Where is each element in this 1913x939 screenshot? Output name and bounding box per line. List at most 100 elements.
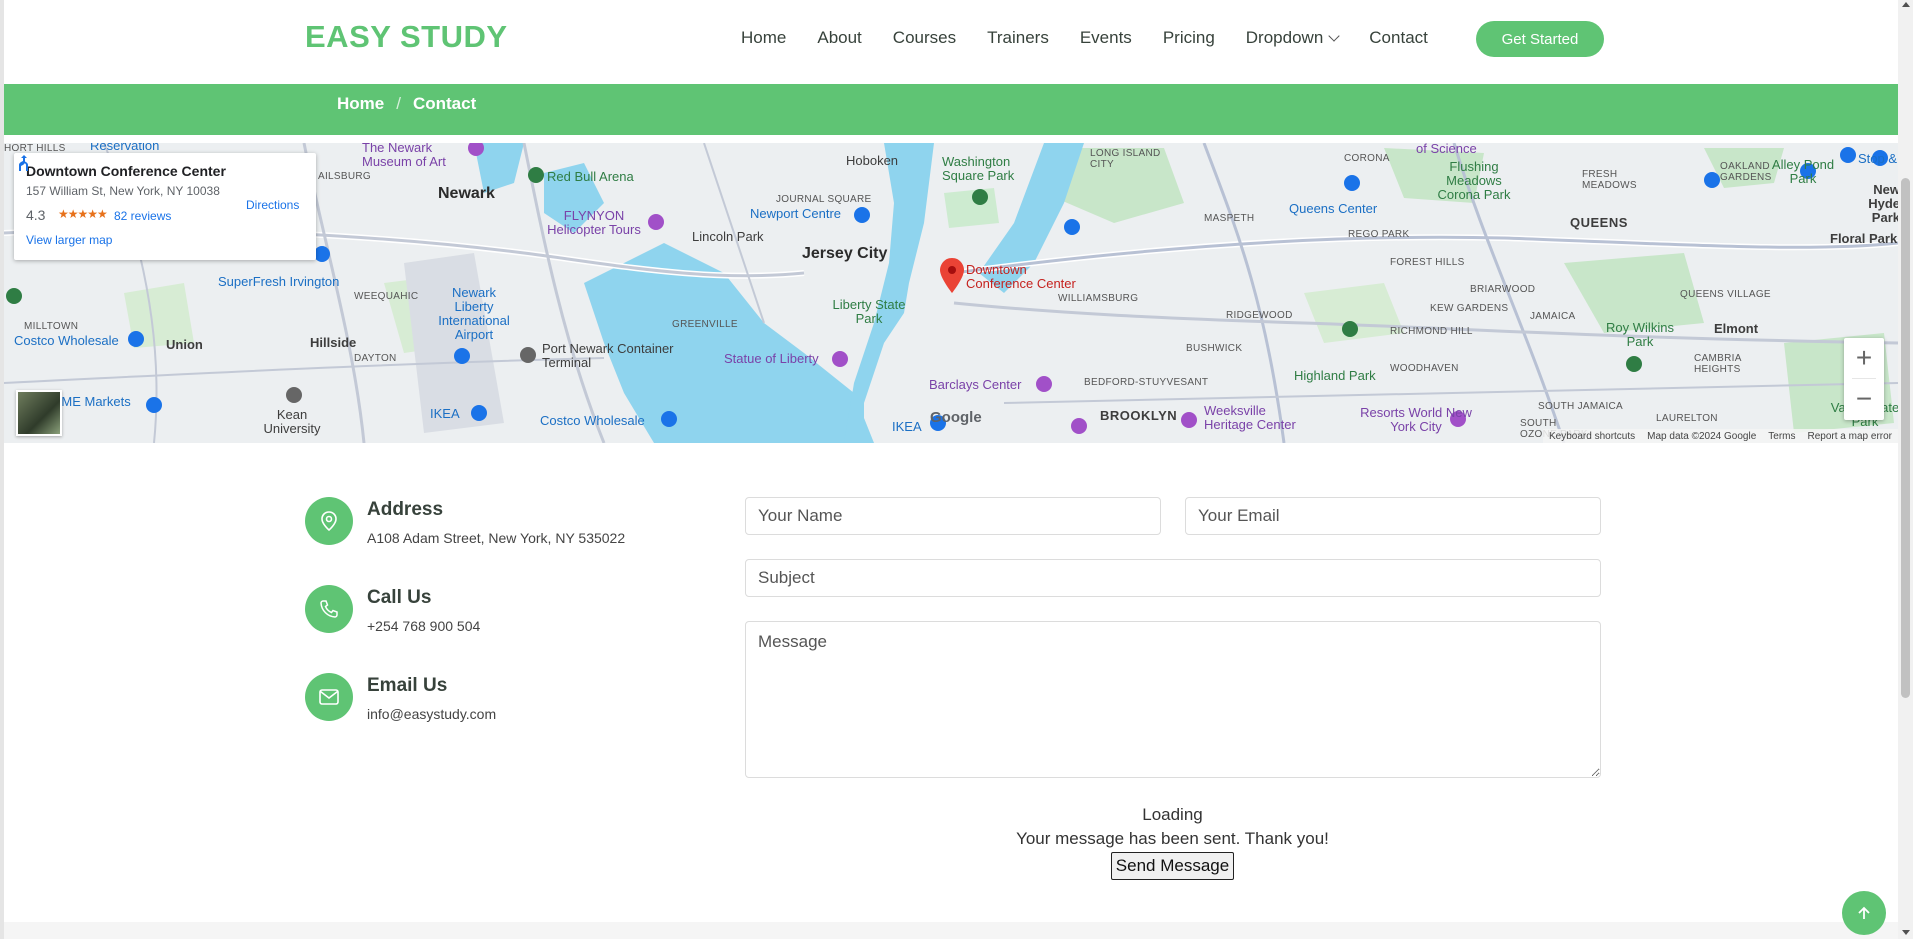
arrow-up-icon [1858,906,1870,919]
map-label-jamaica: JAMAICA [1530,311,1576,322]
map-zoom-controls: + − [1844,338,1884,420]
view-larger-map-link[interactable]: View larger map [26,233,112,247]
map-label-brooklyn: BROOKLYN [1100,408,1178,423]
map-label-journal-sq: JOURNAL SQUARE [776,194,872,205]
map-label-highland: Highland Park [1294,368,1376,383]
send-message-button[interactable]: Send Message [1111,852,1234,880]
message-textarea[interactable] [745,621,1601,778]
map-label-port-newark: Port Newark Container Terminal [542,341,674,370]
nav-about[interactable]: About [817,28,861,48]
map-label-red-bull: Red Bull Arena [547,169,634,184]
map-label-queens: QUEENS [1570,215,1628,230]
back-to-top-button[interactable] [1842,891,1886,935]
phone-icon [305,585,353,633]
nav-dropdown-label: Dropdown [1245,28,1324,47]
chevron-down-icon [1328,30,1340,42]
map-label-ikea-1: IKEA [430,406,460,421]
map-footer: Keyboard shortcuts Map data ©2024 Google… [1542,429,1898,443]
nav-events[interactable]: Events [1080,28,1132,48]
form-sent-message: Your message has been sent. Thank you! [1016,829,1329,848]
map-label-weequahic: WEEQUAHIC [354,291,419,302]
map-label-greenville: GREENVILLE [672,319,738,330]
get-started-button[interactable]: Get Started [1476,21,1604,57]
map-label-maspeth: MASPETH [1204,213,1255,224]
map-label-corona: CORONA [1344,153,1390,164]
map-label-hillside: Hillside [310,335,357,350]
directions-icon[interactable] [14,153,34,173]
email-input[interactable] [1185,497,1601,535]
map-label-rego-park: REGO PARK [1348,229,1410,240]
map-label-fresh-meadows: FRESH MEADOWS [1582,169,1637,191]
map-label-forest-hills: FOREST HILLS [1390,257,1465,268]
email-text: info@easystudy.com [367,706,497,722]
place-address: 157 William St, New York, NY 10038 [26,184,220,198]
address-text: A108 Adam Street, New York, NY 535022 [367,530,626,546]
scroll-up-arrow-icon[interactable] [1902,2,1910,7]
map-label-costco-1: Costco Wholesale [14,333,119,348]
site-logo[interactable]: EASY STUDY [305,19,508,55]
zoom-out-button[interactable]: − [1844,379,1884,419]
map-label-weeksville: Weeksville Heritage Center [1204,403,1296,432]
embedded-map[interactable]: HORT HILLS Reservation AILSBURG The Newa… [4,143,1898,443]
main-nav: Home About Courses Trainers Events Prici… [741,28,1459,48]
map-label-jersey-city: Jersey City [802,245,888,262]
map-label-queens-village: QUEENS VILLAGE [1680,289,1771,300]
map-label-bedstuy: BEDFORD-STUYVESANT [1084,377,1209,388]
map-marker-label: Downtown Conference Center [966,262,1076,291]
breadcrumb-separator: / [396,94,401,113]
map-label-newark: Newark [438,185,495,202]
directions-link[interactable]: Directions [246,198,299,212]
zoom-in-button[interactable]: + [1844,338,1884,378]
map-label-stop: Stop & [1858,151,1898,166]
map-terms-link[interactable]: Terms [1768,431,1795,442]
map-label-statue: Statue of Liberty [724,351,819,366]
google-logo: Google [930,409,982,426]
nav-home[interactable]: Home [741,28,786,48]
address-title: Address [367,499,444,520]
envelope-icon [305,673,353,721]
place-reviews-link[interactable]: 82 reviews [114,209,171,223]
map-label-barclays: Barclays Center [929,377,1022,392]
map-label-costco-2: Costco Wholesale [540,413,645,428]
breadcrumb: Home / Contact [337,94,476,114]
page-scrollbar[interactable] [1898,0,1913,939]
map-label-ridgewood: RIDGEWOOD [1226,310,1293,321]
map-label-south-jamaica: SOUTH JAMAICA [1538,401,1624,412]
nav-pricing[interactable]: Pricing [1163,28,1215,48]
place-title: Downtown Conference Center [26,163,226,179]
map-label-new-hyde: New Hyde Park [1868,182,1898,225]
map-label-richmond-hill: RICHMOND HILL [1390,326,1473,337]
page-title-band: Home / Contact [4,84,1898,135]
map-label-washington-sq: Washington Square Park [942,154,1015,183]
map-label-alley-pond: Alley Pond Park [1771,157,1835,186]
map-label-bushwick: BUSHWICK [1186,343,1243,354]
nav-contact[interactable]: Contact [1369,28,1428,48]
map-data-credit: Map data ©2024 Google [1647,430,1757,442]
page-left-border [0,0,4,939]
map-label-newark-airport: Newark Liberty International Airport [438,285,510,342]
name-input[interactable] [745,497,1161,535]
nav-trainers[interactable]: Trainers [987,28,1049,48]
report-map-error-link[interactable]: Report a map error [1808,431,1892,442]
breadcrumb-home[interactable]: Home [337,94,384,114]
keyboard-shortcuts-link[interactable]: Keyboard shortcuts [1549,431,1635,442]
street-view-thumbnail[interactable] [16,390,62,436]
scrollbar-thumb[interactable] [1901,178,1910,698]
phone-text: +254 768 900 504 [367,618,481,634]
star-rating-icon: ★★★★★ [58,207,108,221]
map-label-liberty-state: Liberty State Park [832,297,906,326]
map-label-dayton: DAYTON [354,353,397,364]
email-title: Email Us [367,675,448,696]
map-label-newark-museum: The Newark Museum of Art [362,143,446,169]
nav-dropdown[interactable]: Dropdown [1245,28,1340,48]
scroll-down-arrow-icon[interactable] [1902,930,1910,935]
map-label-williamsburg: WILLIAMSBURG [1058,293,1139,304]
footer-edge [4,922,1898,939]
subject-input[interactable] [745,559,1601,597]
map-label-cme: CME Markets [52,394,131,409]
breadcrumb-current: Contact [412,94,477,113]
nav-courses[interactable]: Courses [893,28,956,48]
map-place-card: Downtown Conference Center 157 William S… [14,153,316,260]
map-label-woodhaven: WOODHAVEN [1390,363,1459,374]
map-label-roy-wilkins: Roy Wilkins Park [1606,320,1674,349]
